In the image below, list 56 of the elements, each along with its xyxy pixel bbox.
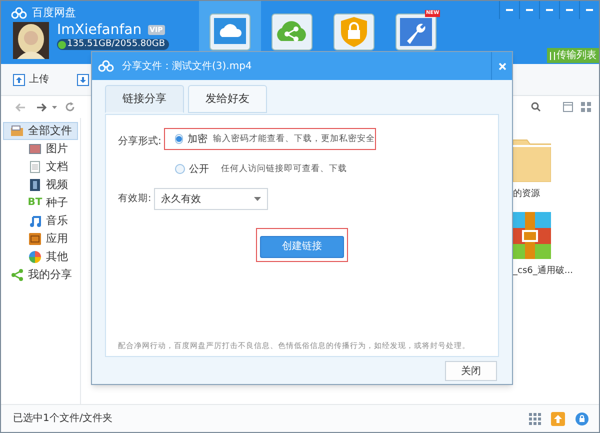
logo-icon [11, 7, 27, 19]
user-name: ImXiefanfan [57, 22, 142, 38]
grid-icon[interactable] [529, 412, 541, 424]
sidebar-item[interactable]: 全部文件 [3, 122, 78, 140]
film-icon [30, 179, 40, 191]
sidebar-item[interactable]: BT 种子 [3, 194, 78, 212]
grid-view-icon[interactable] [581, 102, 591, 112]
option-hint: 任何人访问链接即可查看、下载 [221, 162, 347, 176]
dialog-tab[interactable]: 链接分享 [105, 85, 184, 113]
option-hint: 输入密码才能查看、下载，更加私密安全 [213, 132, 375, 146]
list-view-icon[interactable] [563, 102, 573, 112]
file-name: _cs6_通用破... [513, 264, 573, 278]
close-dialog-button[interactable]: 关闭 [445, 361, 497, 381]
refresh-icon[interactable] [65, 102, 75, 112]
expiry-select[interactable]: 永久有效 [154, 188, 268, 210]
forward-arrow-icon[interactable] [36, 102, 47, 112]
status-text: 已选中1个文件/文件夹 [13, 412, 113, 426]
caret-icon [254, 197, 261, 201]
sidebar-item[interactable]: 文档 [3, 158, 78, 176]
quota-bar: 135.51GB/2055.80GB [57, 39, 170, 50]
caret-icon[interactable] [52, 106, 57, 108]
app-box-icon [29, 233, 41, 245]
app-title: 百度网盘 [32, 4, 76, 21]
upload-button[interactable]: 上传 [29, 72, 49, 87]
sidebar-item[interactable]: 其他 [3, 248, 78, 266]
radio-label: 加密 [187, 132, 208, 146]
radio-button[interactable] [175, 134, 184, 144]
search-icon[interactable] [531, 102, 541, 112]
torrent-icon: BT [28, 198, 42, 208]
pie-icon [29, 251, 41, 263]
back-arrow-icon[interactable] [15, 102, 26, 112]
radio-button[interactable] [175, 164, 185, 174]
document-icon [30, 161, 40, 173]
sidebar-item[interactable]: 图片 [3, 140, 78, 158]
lock-icon[interactable] [575, 412, 589, 426]
logo-icon [98, 60, 114, 72]
sidebar-item[interactable]: 我的分享 [3, 266, 78, 284]
upload-icon [13, 74, 25, 86]
archive-icon [513, 212, 551, 258]
image-icon [29, 144, 41, 154]
sidebar-item[interactable]: 应用 [3, 230, 78, 248]
dialog-title: 分享文件：测试文件(3).mp4 [122, 60, 252, 74]
radio-label: 公开 [189, 162, 210, 176]
dialog-tab[interactable]: 发给好友 [188, 85, 267, 113]
transfer-icon [550, 52, 554, 60]
avatar [13, 22, 49, 59]
folder-icon [10, 125, 24, 137]
file-name: 的资源 [513, 188, 540, 201]
sidebar-item[interactable]: 视频 [3, 176, 78, 194]
sidebar-item[interactable]: 音乐 [3, 212, 78, 230]
share-icon [11, 269, 23, 281]
share-type-label: 分享形式: [118, 134, 162, 149]
music-note-icon [29, 215, 41, 227]
upload-icon[interactable] [551, 412, 565, 426]
expiry-label: 有效期: [118, 192, 152, 206]
download-icon[interactable] [77, 74, 89, 86]
